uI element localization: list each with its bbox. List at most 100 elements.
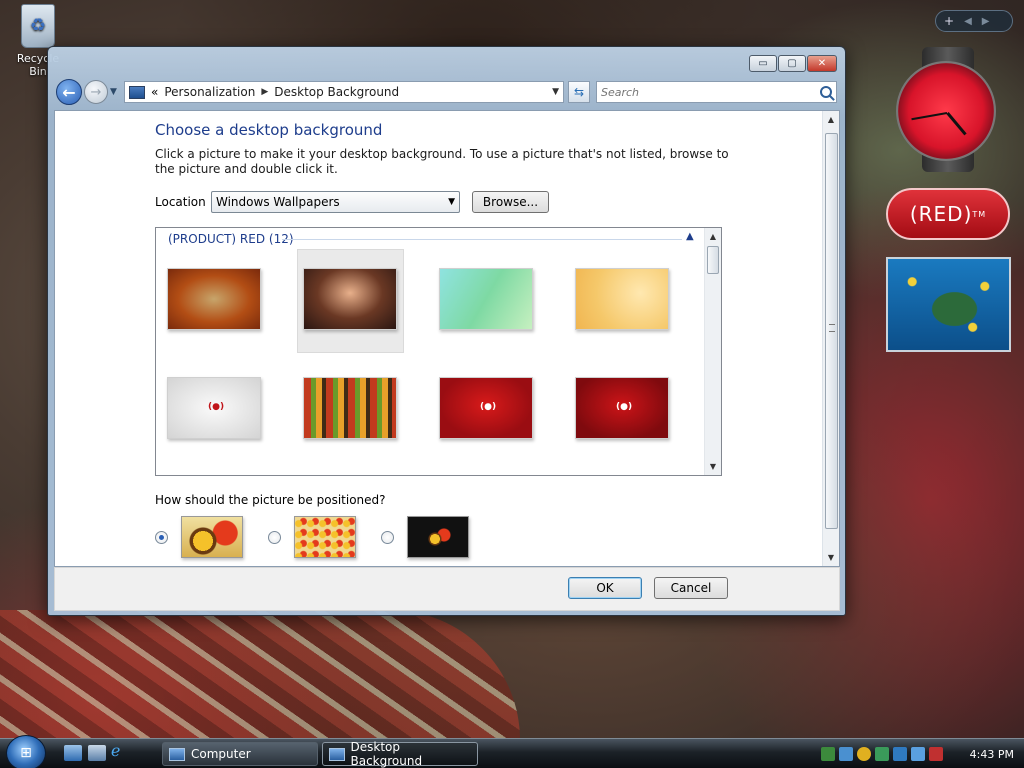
next-gadget-icon[interactable]: ▶ [982, 16, 990, 27]
content-scroll-thumb[interactable] [825, 133, 838, 529]
scroll-grip [829, 324, 835, 332]
system-tray: 4:43 PM [815, 742, 1024, 766]
back-arrow-icon: ← [62, 82, 76, 102]
wallpaper-thumbnail-selected[interactable] [303, 268, 397, 330]
switch-windows-icon[interactable] [88, 745, 106, 761]
position-fit-radio[interactable] [155, 531, 168, 544]
security-shield-icon[interactable] [857, 747, 871, 761]
position-tile-radio[interactable] [268, 531, 281, 544]
maximize-button[interactable]: ▢ [778, 55, 806, 72]
search-input[interactable] [601, 85, 820, 99]
back-button[interactable]: ← [56, 79, 82, 105]
position-question: How should the picture be positioned? [155, 493, 386, 507]
location-value: Windows Wallpapers [216, 195, 340, 209]
refresh-button[interactable]: ⇆ [568, 81, 590, 103]
red-gadget[interactable]: (RED) TM [886, 188, 1010, 240]
prev-gadget-icon[interactable]: ◀ [964, 16, 972, 27]
gallery-scrollbar[interactable]: ▲ ▼ [704, 228, 721, 475]
wallpaper-thumbnail[interactable] [303, 377, 397, 439]
connection-icon[interactable] [911, 747, 925, 761]
red-gadget-tm: TM [972, 209, 987, 219]
desktop-background-window: ▭ ▢ ✕ ← → ▼ « Personalization ▶ Desktop … [47, 46, 846, 616]
window-controls: ▭ ▢ ✕ [749, 55, 837, 72]
location-label: Location [155, 195, 206, 209]
page-title: Choose a desktop background [155, 121, 383, 139]
breadcrumb-overflow[interactable]: « [151, 85, 158, 99]
group-divider [282, 239, 682, 240]
wallpaper-thumbnail[interactable] [439, 268, 533, 330]
taskbar-item-label: Computer [191, 747, 251, 761]
position-tile-preview[interactable] [294, 516, 356, 558]
wallpaper-gallery: (PRODUCT) RED (12) ▲ (●) (●) (●) ▲ ▼ [155, 227, 722, 476]
red-logo-icon: (●) [480, 402, 497, 412]
dialog-footer: OK Cancel [54, 567, 840, 611]
close-button[interactable]: ✕ [807, 55, 837, 72]
clock-face [896, 61, 996, 161]
hour-hand [946, 112, 967, 136]
control-panel-icon [329, 747, 345, 761]
show-desktop-icon[interactable] [64, 745, 82, 761]
recent-pages-button[interactable]: ▼ [110, 87, 120, 97]
red-logo-icon: (●) [616, 402, 633, 412]
location-select[interactable]: Windows Wallpapers ▼ [211, 191, 460, 213]
wallpaper-thumbnail[interactable]: (●) [167, 377, 261, 439]
content-scrollbar[interactable]: ▲ ▼ [822, 111, 839, 566]
navigation-bar: ← → ▼ « Personalization ▶ Desktop Backgr… [56, 78, 837, 106]
sidebar-controls: + ◀ ▶ [935, 10, 1013, 32]
windows-update-icon[interactable] [839, 747, 853, 761]
refresh-icon: ⇆ [573, 85, 585, 99]
wallpaper-thumbnail[interactable] [575, 268, 669, 330]
taskbar: ⊞ ℯ Computer Desktop Background 4:43 PM [0, 735, 1024, 768]
tray-app-icon[interactable] [893, 747, 907, 761]
scroll-up-icon[interactable]: ▲ [823, 111, 839, 128]
control-panel-icon [129, 85, 145, 99]
scroll-down-icon[interactable]: ▼ [705, 458, 721, 475]
collapse-group-icon[interactable]: ▲ [686, 231, 694, 242]
chevron-down-icon: ▼ [448, 197, 455, 207]
breadcrumb-personalization[interactable]: Personalization [164, 85, 255, 99]
add-gadget-icon[interactable]: + [944, 14, 954, 28]
internet-explorer-icon[interactable]: ℯ [111, 741, 129, 760]
position-center-radio[interactable] [381, 531, 394, 544]
taskbar-item-desktop-background[interactable]: Desktop Background [322, 740, 478, 768]
volume-muted-icon[interactable] [929, 747, 943, 761]
windows-logo-icon: ⊞ [20, 745, 32, 761]
taskbar-item-label: Desktop Background [350, 740, 423, 768]
minimize-button[interactable]: ▭ [749, 55, 777, 72]
forward-arrow-icon: → [90, 84, 102, 100]
scroll-up-icon[interactable]: ▲ [705, 228, 721, 245]
position-fit-preview[interactable] [181, 516, 243, 558]
wallpaper-thumbnail[interactable] [167, 268, 261, 330]
wallpaper-thumbnail[interactable]: (●) [439, 377, 533, 439]
page-description: Click a picture to make it your desktop … [155, 147, 729, 176]
breadcrumb-separator-icon[interactable]: ▶ [261, 87, 268, 97]
scroll-down-icon[interactable]: ▼ [823, 549, 839, 566]
content-pane: Choose a desktop background Click a pict… [54, 110, 840, 567]
clock-gadget[interactable] [892, 47, 1004, 172]
address-dropdown-icon[interactable]: ▼ [552, 87, 559, 97]
wallpaper-thumbnail[interactable]: (●) [575, 377, 669, 439]
position-center-preview[interactable] [407, 516, 469, 558]
computer-icon [169, 747, 185, 761]
defender-icon[interactable] [875, 747, 889, 761]
cancel-button[interactable]: Cancel [654, 577, 728, 599]
minute-hand [911, 112, 948, 121]
system-clock[interactable]: 4:43 PM [970, 748, 1014, 761]
taskbar-item-computer[interactable]: Computer [162, 742, 318, 766]
slideshow-gadget[interactable] [886, 257, 1011, 352]
browse-button[interactable]: Browse... [472, 191, 549, 213]
red-gadget-label: (RED) [909, 202, 973, 226]
red-logo-icon: (●) [208, 402, 225, 412]
forward-button[interactable]: → [84, 80, 108, 104]
gallery-scroll-thumb[interactable] [707, 246, 719, 274]
breadcrumb-desktop-background[interactable]: Desktop Background [274, 85, 399, 99]
address-bar[interactable]: « Personalization ▶ Desktop Background ▼ [124, 81, 564, 103]
group-header: (PRODUCT) RED (12) [168, 232, 294, 246]
search-icon[interactable] [820, 86, 832, 98]
network-icon[interactable] [821, 747, 835, 761]
search-box[interactable] [596, 81, 837, 103]
recycle-bin-icon [21, 4, 55, 48]
wallpaper-fabric [0, 610, 520, 740]
start-button[interactable]: ⊞ [6, 735, 46, 768]
ok-button[interactable]: OK [568, 577, 642, 599]
